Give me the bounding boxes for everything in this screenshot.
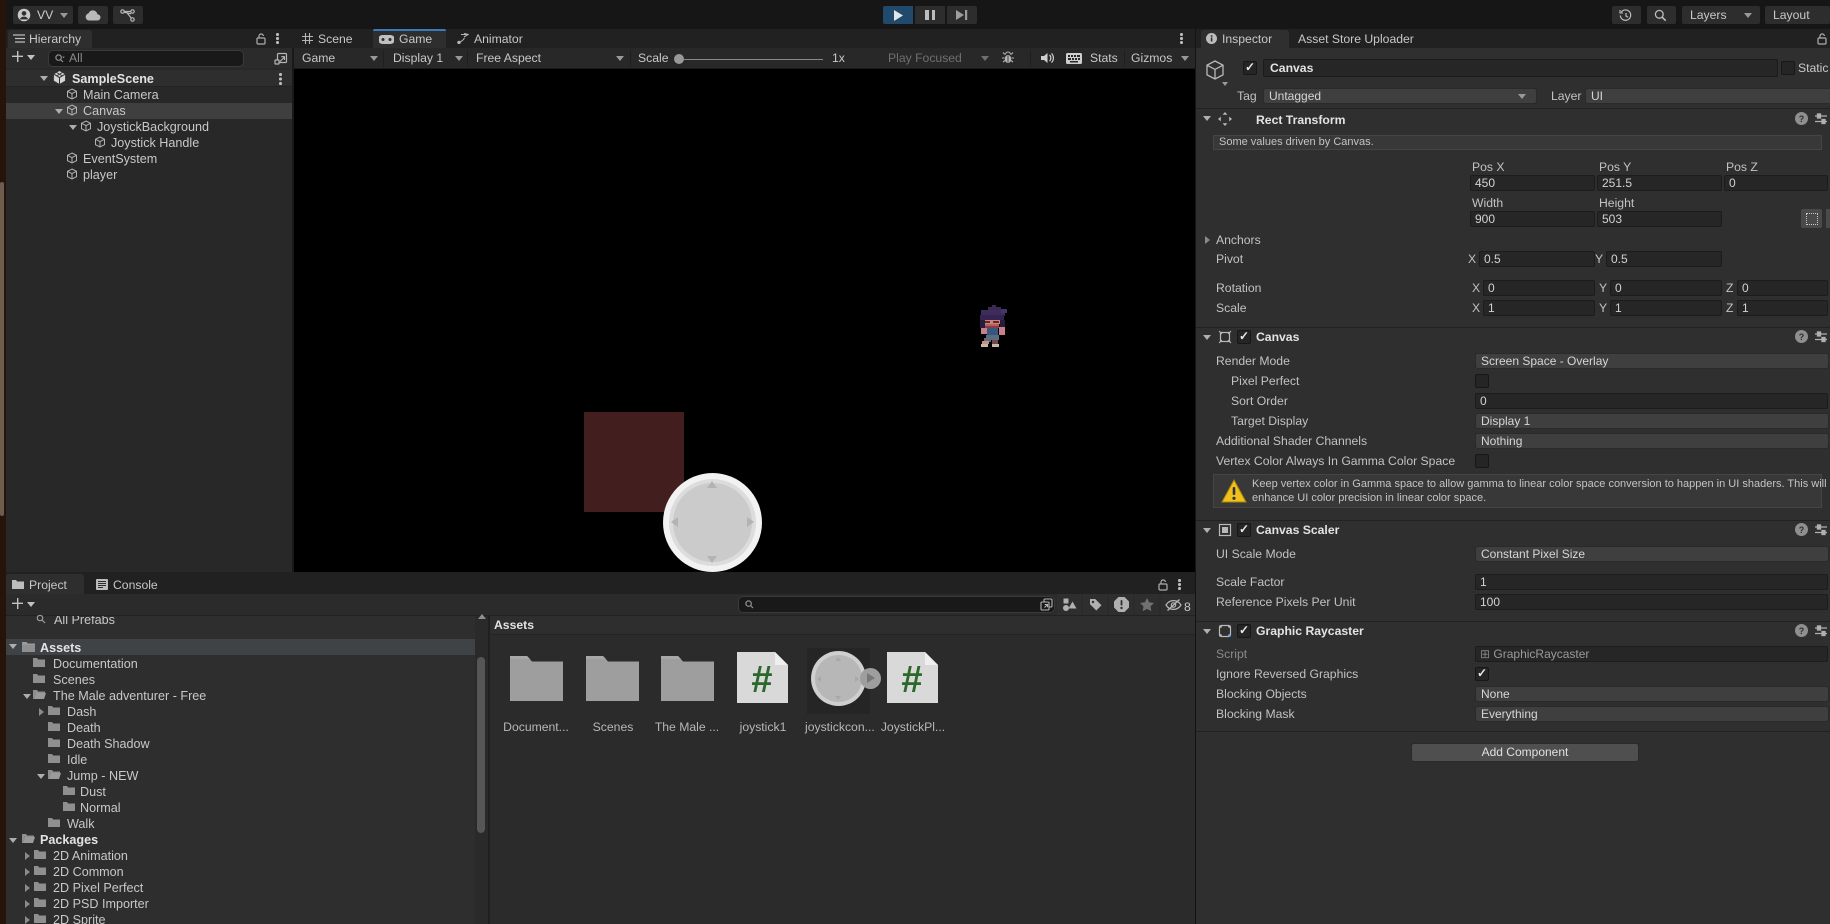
svg-text:?: ? [1799,114,1805,124]
svg-text:?: ? [1799,525,1805,535]
svg-text:#: # [901,659,922,701]
svg-text:?: ? [1799,332,1805,342]
svg-text:?: ? [1799,626,1805,636]
svg-text:#: # [751,659,772,701]
